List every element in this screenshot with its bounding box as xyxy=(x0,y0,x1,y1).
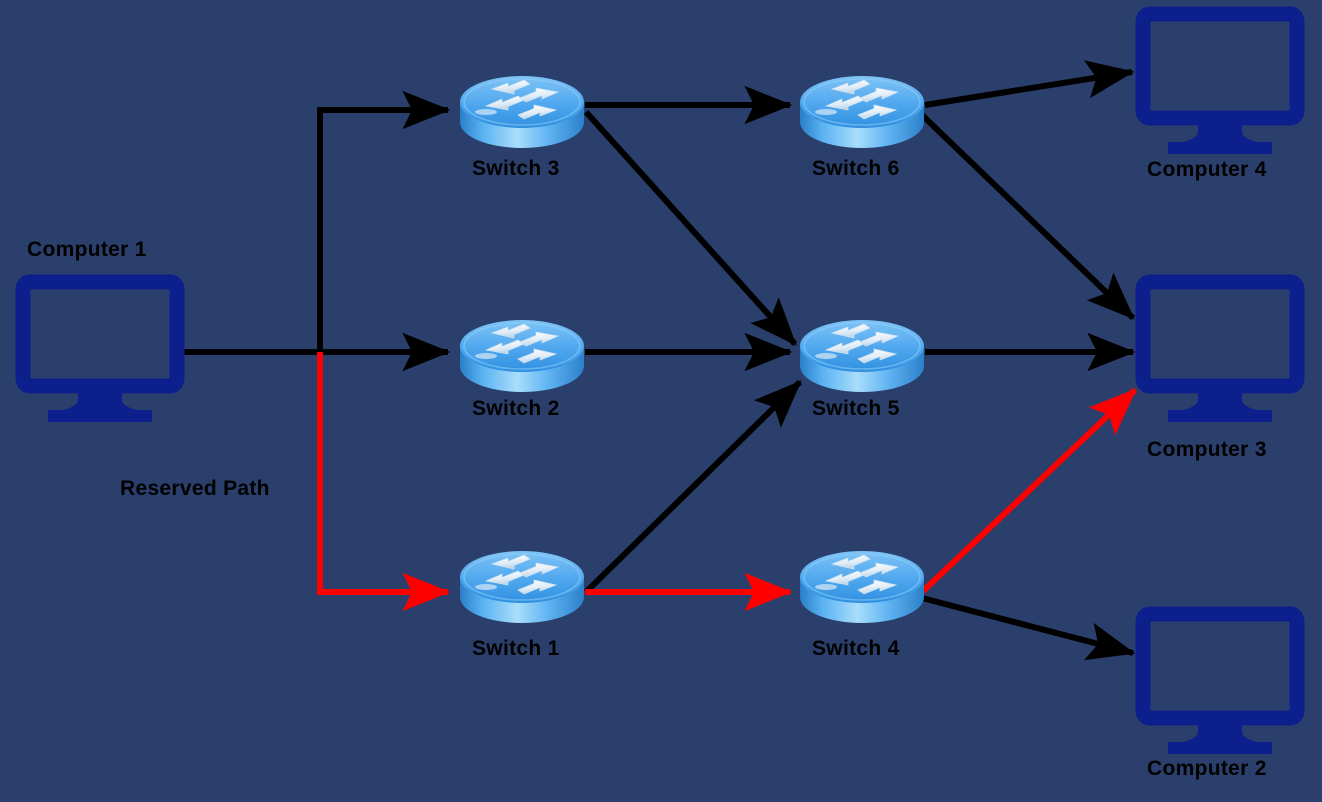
label-switch3: Switch 3 xyxy=(472,157,560,180)
monitor-icon xyxy=(1135,606,1305,754)
label-switch2: Switch 2 xyxy=(472,397,560,420)
network-diagram-canvas: Computer 1 Computer 2 Computer 3 Compute… xyxy=(0,0,1322,802)
node-computer2[interactable] xyxy=(1135,606,1305,754)
node-switch4[interactable] xyxy=(800,551,924,623)
switch-icon xyxy=(800,320,924,392)
monitor-icon xyxy=(1135,6,1305,154)
switch-icon xyxy=(460,320,584,392)
label-switch6: Switch 6 xyxy=(812,157,900,180)
node-switch2[interactable] xyxy=(460,320,584,392)
switch-icon xyxy=(460,551,584,623)
label-computer3: Computer 3 xyxy=(1147,438,1267,461)
monitor-icon xyxy=(1135,274,1305,422)
label-switch4: Switch 4 xyxy=(812,637,900,660)
monitor-icon xyxy=(15,274,185,422)
label-reserved-path: Reserved Path xyxy=(120,477,270,500)
label-computer1: Computer 1 xyxy=(27,238,147,261)
switch-icon xyxy=(800,551,924,623)
label-computer4: Computer 4 xyxy=(1147,158,1267,181)
node-layer xyxy=(15,6,1305,754)
node-computer3[interactable] xyxy=(1135,274,1305,422)
node-computer1[interactable] xyxy=(15,274,185,422)
label-switch5: Switch 5 xyxy=(812,397,900,420)
switch-icon xyxy=(460,76,584,148)
label-computer2: Computer 2 xyxy=(1147,757,1267,780)
node-switch5[interactable] xyxy=(800,320,924,392)
node-computer4[interactable] xyxy=(1135,6,1305,154)
node-switch6[interactable] xyxy=(800,76,924,148)
label-switch1: Switch 1 xyxy=(472,637,560,660)
node-switch3[interactable] xyxy=(460,76,584,148)
node-switch1[interactable] xyxy=(460,551,584,623)
switch-icon xyxy=(800,76,924,148)
